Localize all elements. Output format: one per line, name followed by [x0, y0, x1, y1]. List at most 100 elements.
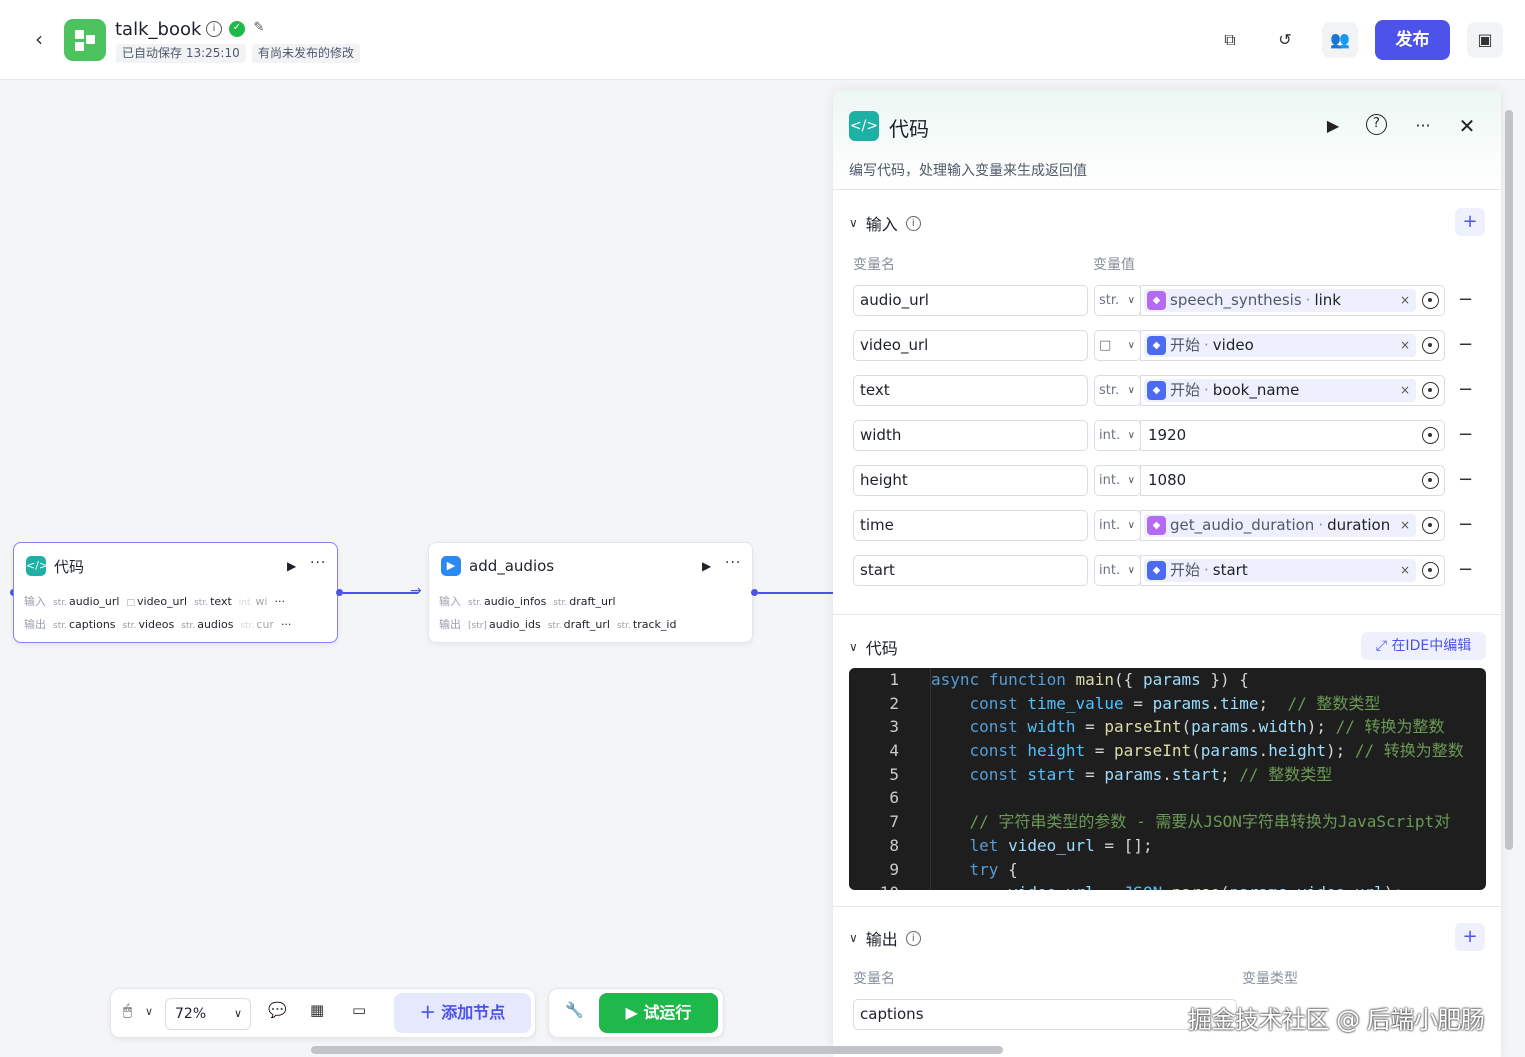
chevron-down-icon[interactable]: ∨ — [849, 216, 858, 230]
variable-type-select[interactable]: int. ∨ — [1094, 555, 1141, 586]
add-audios-node[interactable]: ▶ add_audios ▶ ··· 输入 str. audio_infos str… — [428, 542, 753, 643]
variable-value[interactable]: 1920 — [1140, 420, 1445, 451]
chevron-down-icon[interactable]: ∨ — [849, 640, 858, 654]
unpublished-badge: 有尚未发布的修改 — [252, 44, 361, 63]
output-name-input[interactable]: captions — [853, 999, 1237, 1030]
panel-scrollbar[interactable] — [1505, 110, 1513, 850]
code-editor[interactable]: 1 2 3 4 5 6 7 8 9 10 async function main({ params… — [849, 668, 1486, 890]
clear-icon[interactable]: × — [1400, 379, 1410, 402]
comment-icon[interactable]: 💬 — [268, 1001, 287, 1019]
variable-name-input[interactable]: audio_url — [853, 285, 1088, 316]
target-icon[interactable] — [1422, 382, 1439, 399]
reference-chip[interactable]: ◆ speech_synthesis · link × — [1144, 289, 1416, 312]
run-icon[interactable]: ▶ — [1321, 114, 1345, 138]
variable-name-input[interactable]: text — [853, 375, 1088, 406]
chevron-down-icon[interactable]: ∨ — [145, 1005, 153, 1018]
target-icon[interactable] — [1422, 562, 1439, 579]
clear-icon[interactable]: × — [1400, 289, 1410, 312]
variable-type-select[interactable]: □ ∨ — [1094, 330, 1141, 361]
variable-name-input[interactable]: height — [853, 465, 1088, 496]
variable-name-input[interactable]: start — [853, 555, 1088, 586]
code-section-header[interactable]: ∨ 代码 — [849, 635, 898, 659]
code-node[interactable]: </> 代码 ▶ ··· 输入 str. audio_url □ video_url … — [13, 542, 338, 643]
input-variable-row: time int. ∨ ◆ get_audio_duration · duration × − — [853, 510, 1493, 541]
target-icon[interactable] — [1422, 427, 1439, 444]
layout-icon[interactable]: ▣ — [1467, 22, 1503, 58]
back-arrow-icon[interactable]: ‹ — [28, 28, 50, 50]
remove-row-icon[interactable]: − — [1458, 555, 1473, 584]
node1-more-icon[interactable]: ··· — [310, 555, 326, 571]
chip: str. draft_url — [553, 594, 616, 608]
node2-inputs: 输入 str. audio_infos str. draft_url — [439, 593, 749, 609]
publish-button[interactable]: 发布 — [1375, 20, 1450, 60]
variable-value[interactable]: ◆ 开始 · start × — [1140, 555, 1445, 586]
type-label: int. — [1099, 563, 1121, 578]
info-icon[interactable]: i — [905, 930, 921, 946]
code-lines[interactable]: async function main({ params }) { const … — [930, 668, 1486, 890]
remove-row-icon[interactable]: − — [1458, 285, 1473, 314]
remove-row-icon[interactable]: − — [1458, 465, 1473, 494]
info-icon[interactable]: i — [905, 215, 921, 231]
node2-run-icon[interactable]: ▶ — [702, 559, 711, 573]
target-icon[interactable] — [1422, 292, 1439, 309]
add-input-button[interactable]: + — [1455, 208, 1485, 236]
mouse-mode-icon[interactable]: 🖱 — [123, 1001, 132, 1019]
variable-value[interactable]: ◆ speech_synthesis · link × — [1140, 285, 1445, 316]
reference-chip[interactable]: ◆ 开始 · book_name × — [1144, 379, 1416, 402]
variable-name-input[interactable]: time — [853, 510, 1088, 541]
variable-type-select[interactable]: str. ∨ — [1094, 285, 1141, 316]
more-icon[interactable]: ··· — [1411, 114, 1435, 138]
chevron-down-icon[interactable]: ∨ — [849, 931, 858, 945]
remove-row-icon[interactable]: − — [1458, 420, 1473, 449]
variable-name-input[interactable]: width — [853, 420, 1088, 451]
info-icon[interactable]: i — [206, 21, 222, 37]
minimap-icon[interactable]: ▭ — [352, 1001, 366, 1019]
reference-chip[interactable]: ◆ get_audio_duration · duration × — [1144, 514, 1416, 537]
node1-inputs-more[interactable]: ··· — [274, 595, 285, 608]
reference-chip[interactable]: ◆ 开始 · start × — [1144, 559, 1416, 582]
canvas-scrollbar[interactable] — [311, 1046, 1003, 1054]
input-section-header[interactable]: ∨ 输入 i — [849, 211, 921, 235]
variable-value[interactable]: 1080 — [1140, 465, 1445, 496]
clear-icon[interactable]: × — [1400, 559, 1410, 582]
variable-type-select[interactable]: int. ∨ — [1094, 510, 1141, 541]
variable-value[interactable]: ◆ get_audio_duration · duration × — [1140, 510, 1445, 541]
reference-chip[interactable]: ◆ 开始 · video × — [1144, 334, 1416, 357]
check-icon: ✓ — [229, 21, 245, 37]
close-icon[interactable]: ✕ — [1455, 114, 1479, 138]
node-ref-icon: ◆ — [1147, 291, 1166, 310]
remove-row-icon[interactable]: − — [1458, 375, 1473, 404]
variable-type-select[interactable]: int. ∨ — [1094, 420, 1141, 451]
node1-output-port[interactable] — [336, 589, 343, 596]
clear-icon[interactable]: × — [1400, 514, 1410, 537]
variable-value[interactable]: ◆ 开始 · video × — [1140, 330, 1445, 361]
clear-icon[interactable]: × — [1400, 334, 1410, 357]
zoom-select[interactable]: 72% ∨ — [165, 998, 251, 1030]
variable-value[interactable]: ◆ 开始 · book_name × — [1140, 375, 1445, 406]
add-node-button[interactable]: ＋ 添加节点 — [394, 993, 531, 1033]
wrench-icon[interactable]: 🔧 — [565, 1001, 584, 1019]
remove-row-icon[interactable]: − — [1458, 330, 1473, 359]
add-output-button[interactable]: + — [1455, 923, 1485, 951]
grid-icon[interactable]: ▦ — [310, 1001, 324, 1019]
node2-more-icon[interactable]: ··· — [725, 555, 741, 571]
output-section-header[interactable]: ∨ 输出 i — [849, 926, 921, 950]
target-icon[interactable] — [1422, 517, 1439, 534]
node1-outputs-more[interactable]: ··· — [281, 618, 292, 631]
copy-icon[interactable]: ⧉ — [1212, 22, 1248, 58]
variable-type-select[interactable]: int. ∨ — [1094, 465, 1141, 496]
edit-icon[interactable]: ✎ — [251, 21, 267, 37]
variable-name-input[interactable]: video_url — [853, 330, 1088, 361]
history-icon[interactable]: ↺ — [1267, 22, 1303, 58]
variable-type-select[interactable]: str. ∨ — [1094, 375, 1141, 406]
node1-run-icon[interactable]: ▶ — [287, 559, 296, 573]
node2-output-port[interactable] — [751, 589, 758, 596]
target-icon[interactable] — [1422, 337, 1439, 354]
edit-in-ide-button[interactable]: ⤢ 在IDE中编辑 — [1361, 632, 1486, 660]
collaborators-icon[interactable]: 👥 — [1322, 22, 1358, 58]
remove-row-icon[interactable]: − — [1458, 510, 1473, 539]
test-run-button[interactable]: ▶ 试运行 — [599, 993, 718, 1033]
target-icon[interactable] — [1422, 472, 1439, 489]
code-line: const width = parseInt(params.width); //… — [969, 717, 1445, 737]
help-icon[interactable]: ? — [1366, 114, 1387, 135]
